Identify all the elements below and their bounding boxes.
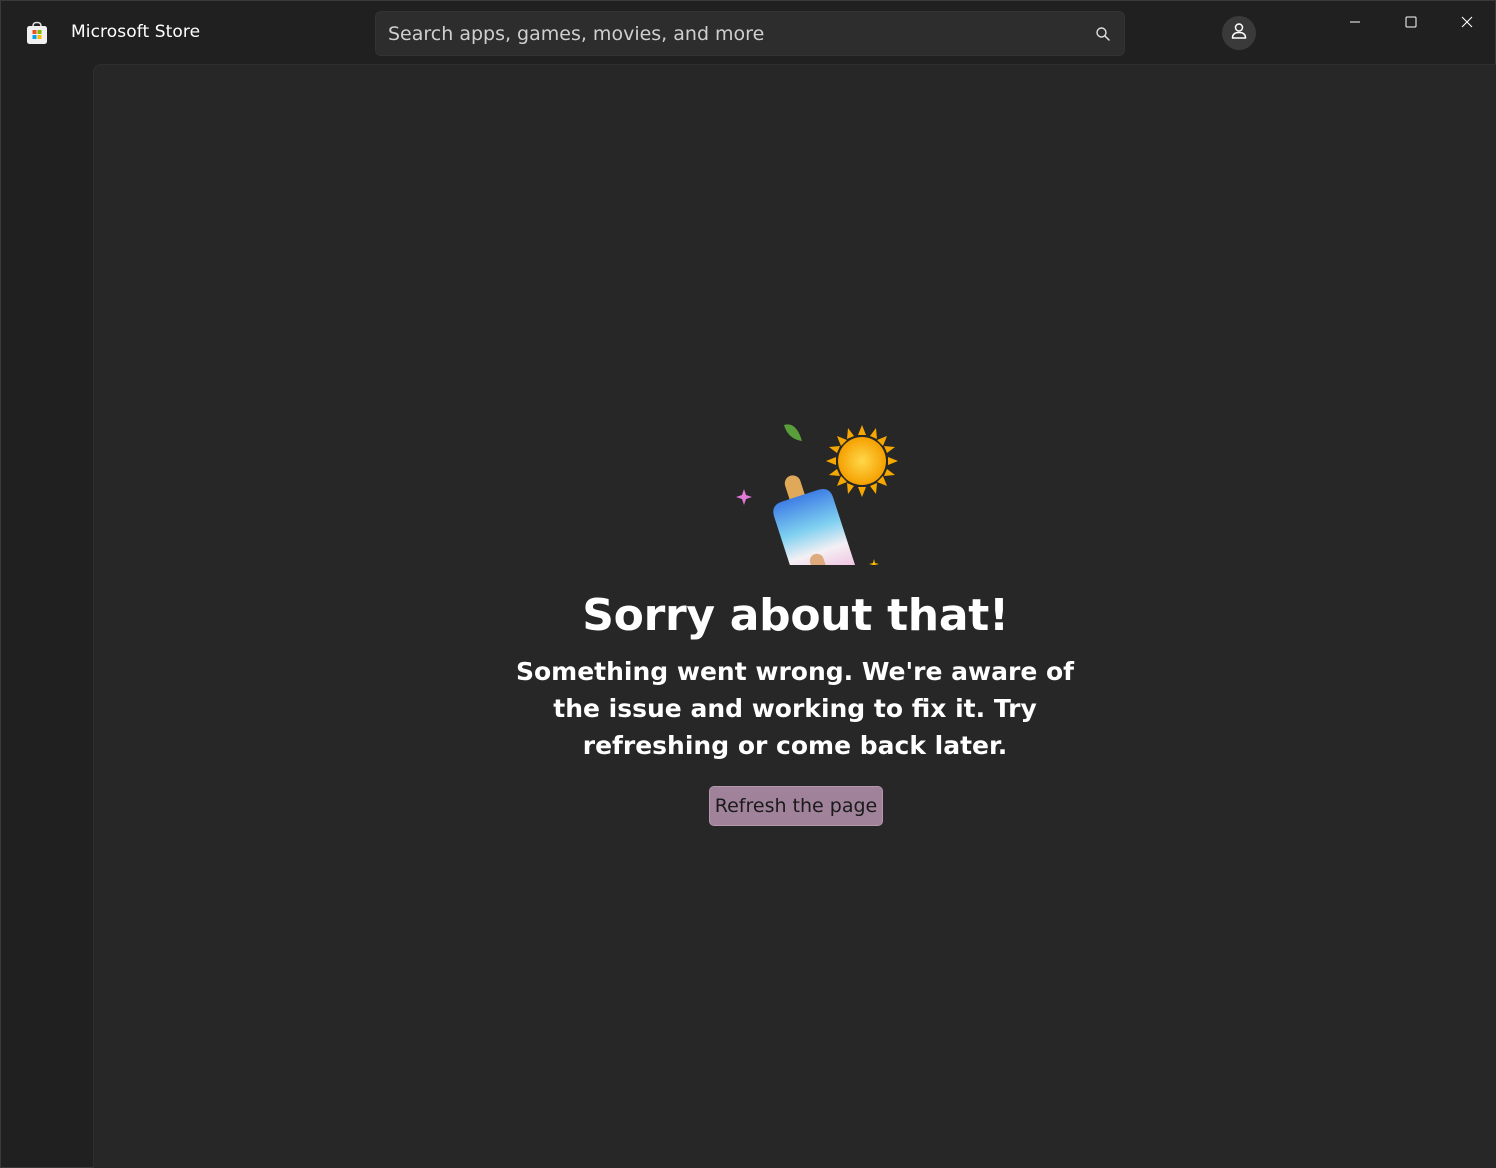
maximize-button[interactable] [1383,1,1439,43]
search-icon[interactable] [1095,26,1111,42]
melting-popsicle-illustration [704,355,904,613]
error-message: Something went wrong. We're aware of the… [515,657,1075,760]
close-button[interactable] [1439,1,1495,43]
search-input[interactable] [388,12,1078,55]
app-window: Microsoft Store Search apps, games, movi… [0,0,1496,1168]
minimize-icon [1349,13,1361,32]
main-content: Sorry about that! Something went wrong. … [93,64,1496,1168]
maximize-icon [1405,13,1417,32]
close-icon [1461,13,1473,32]
microsoft-store-icon [25,21,49,45]
error-title: Sorry about that! [582,590,1009,641]
app-title: Microsoft Store [71,22,201,42]
person-icon [1230,22,1248,44]
search-box[interactable] [375,11,1125,56]
minimize-button[interactable] [1327,1,1383,43]
refresh-button[interactable]: Refresh the page [709,786,883,826]
title-bar: Microsoft Store [1,1,1495,63]
account-button[interactable] [1222,16,1256,50]
